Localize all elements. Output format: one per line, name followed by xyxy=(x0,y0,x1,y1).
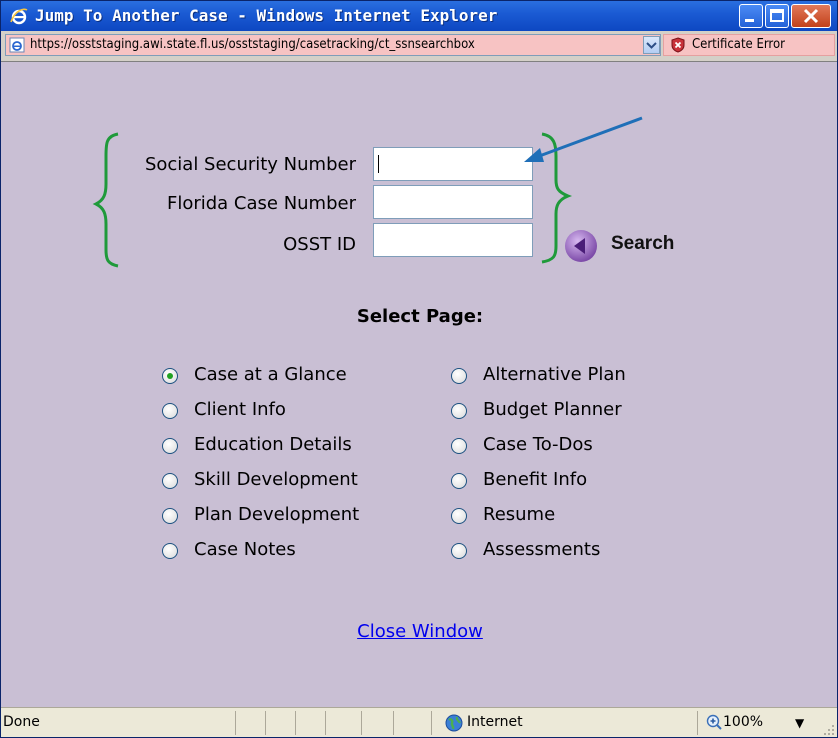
minimize-button[interactable] xyxy=(739,4,763,28)
ssn-label: Social Security Number xyxy=(144,154,356,175)
option-label: Alternative Plan xyxy=(483,364,626,385)
option-label: Benefit Info xyxy=(483,469,588,490)
close-window-button[interactable] xyxy=(791,4,831,28)
select-page-heading: Select Page: xyxy=(356,306,484,327)
certificate-error-icon xyxy=(671,37,685,53)
browser-window: Jump To Another Case - Windows Internet … xyxy=(0,0,838,738)
maximize-button[interactable] xyxy=(765,4,789,28)
url-dropdown-button[interactable] xyxy=(643,36,660,54)
radio-button[interactable] xyxy=(162,473,178,489)
osst-id-label: OSST ID xyxy=(283,234,356,255)
ssn-input[interactable] xyxy=(373,147,533,181)
status-divider xyxy=(393,711,394,735)
option-label: Assessments xyxy=(483,539,601,560)
ie-logo-icon xyxy=(10,8,28,25)
ie-page-icon xyxy=(9,37,25,53)
minimize-icon xyxy=(745,19,754,22)
status-divider xyxy=(697,711,698,735)
status-divider xyxy=(265,711,266,735)
status-divider xyxy=(235,711,236,735)
option-label: Budget Planner xyxy=(483,399,622,420)
zone-label: Internet xyxy=(467,714,523,730)
window-title: Jump To Another Case - Windows Internet … xyxy=(35,6,498,25)
close-window-link[interactable]: Close Window xyxy=(1,621,837,642)
radio-button[interactable] xyxy=(451,543,467,559)
url-text: https://osststaging.awi.state.fl.us/osst… xyxy=(30,37,475,52)
globe-icon xyxy=(445,714,463,732)
maximize-icon xyxy=(770,9,784,22)
status-divider xyxy=(361,711,362,735)
option-label: Client Info xyxy=(194,399,286,420)
radio-button[interactable] xyxy=(451,403,467,419)
certificate-error-label: Certificate Error xyxy=(692,37,785,52)
status-bar: Done Internet 100% ▼ xyxy=(1,707,837,737)
radio-button[interactable] xyxy=(451,508,467,524)
zoom-icon[interactable] xyxy=(706,714,722,730)
case-number-input[interactable] xyxy=(373,185,533,219)
url-field[interactable]: https://osststaging.awi.state.fl.us/osst… xyxy=(5,34,661,56)
resize-grip-icon[interactable] xyxy=(821,722,835,736)
radio-button[interactable] xyxy=(162,403,178,419)
zoom-level[interactable]: 100% xyxy=(723,714,763,730)
option-label: Case at a Glance xyxy=(194,364,347,385)
address-bar: https://osststaging.awi.state.fl.us/osst… xyxy=(1,31,837,62)
certificate-error-button[interactable]: Certificate Error xyxy=(663,34,835,56)
radio-button[interactable] xyxy=(162,438,178,454)
option-label: Plan Development xyxy=(194,504,360,525)
radio-button[interactable] xyxy=(162,508,178,524)
radio-button[interactable] xyxy=(451,473,467,489)
zoom-dropdown-icon[interactable]: ▼ xyxy=(795,716,804,730)
radio-button[interactable] xyxy=(451,368,467,384)
status-divider xyxy=(325,711,326,735)
status-divider xyxy=(431,711,432,735)
option-label: Skill Development xyxy=(194,469,358,490)
option-label: Case To-Dos xyxy=(483,434,593,455)
title-bar[interactable]: Jump To Another Case - Windows Internet … xyxy=(1,1,837,31)
left-arrow-circle-icon[interactable] xyxy=(563,228,599,264)
status-divider xyxy=(295,711,296,735)
radio-button[interactable] xyxy=(162,543,178,559)
radio-button-checked[interactable] xyxy=(162,368,178,384)
option-label: Education Details xyxy=(194,434,352,455)
radio-button[interactable] xyxy=(451,438,467,454)
osst-id-input[interactable] xyxy=(373,223,533,257)
chevron-down-icon xyxy=(646,42,657,49)
case-number-label: Florida Case Number xyxy=(166,193,356,214)
option-label: Case Notes xyxy=(194,539,296,560)
search-button[interactable]: Search xyxy=(611,233,674,255)
status-text: Done xyxy=(3,714,40,730)
option-label: Resume xyxy=(483,504,556,525)
close-icon xyxy=(803,8,819,24)
